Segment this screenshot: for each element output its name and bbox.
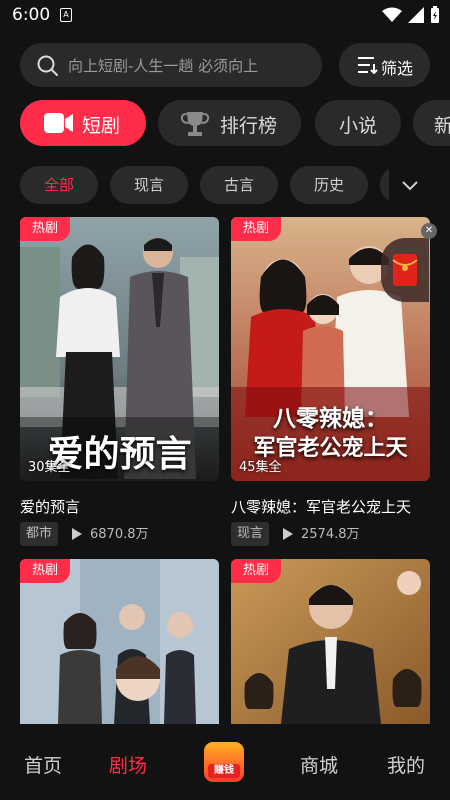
search-placeholder: 向上短剧-人生一趟 必须向上 bbox=[68, 57, 259, 75]
subtab-ancient-romance[interactable]: 古言 bbox=[200, 166, 278, 204]
nav-earn-label: 赚钱 bbox=[214, 765, 234, 776]
status-bar: 6:00 A bbox=[0, 0, 450, 32]
drama-poster[interactable]: 热剧 bbox=[20, 559, 219, 724]
filter-icon bbox=[358, 57, 378, 74]
play-icon bbox=[283, 528, 293, 540]
genre-tag: 现言 bbox=[231, 522, 270, 546]
signal-icon bbox=[408, 7, 424, 23]
drama-poster[interactable]: 热剧 bbox=[231, 559, 430, 724]
nav-home[interactable]: 首页 bbox=[24, 751, 62, 778]
tab-novel[interactable]: 小说 bbox=[315, 100, 401, 146]
subtab-modern-romance[interactable]: 现言 bbox=[110, 166, 188, 204]
search-input[interactable]: 向上短剧-人生一趟 必须向上 bbox=[20, 43, 322, 87]
bottom-nav: 首页 剧场 赚钱 商城 我的 bbox=[0, 724, 450, 800]
hot-badge: 热剧 bbox=[231, 559, 281, 583]
red-envelope-icon bbox=[392, 254, 418, 286]
red-envelope-float[interactable] bbox=[381, 238, 429, 302]
drama-title: 八零辣媳：军官老公宠上天 bbox=[231, 498, 412, 516]
tab-novel-label: 小说 bbox=[339, 115, 378, 137]
search-row: 向上短剧-人生一趟 必须向上 筛选 bbox=[20, 43, 430, 87]
chevron-down-icon[interactable] bbox=[400, 175, 420, 195]
tab-ranking[interactable]: 排行榜 bbox=[158, 100, 301, 146]
subtab-all[interactable]: 全部 bbox=[20, 166, 98, 204]
view-count: 6870.8万 bbox=[90, 527, 149, 542]
poster-title-line1: 八零辣媳： bbox=[273, 405, 388, 432]
status-time: 6:00 bbox=[12, 5, 51, 25]
poster-image bbox=[20, 559, 219, 724]
video-camera-icon bbox=[44, 113, 73, 133]
wifi-icon bbox=[382, 7, 402, 22]
tab-new-label: 新 bbox=[434, 115, 450, 137]
hot-badge: 热剧 bbox=[20, 559, 70, 583]
nav-theater[interactable]: 剧场 bbox=[109, 751, 147, 778]
episode-count: 30集全 bbox=[28, 460, 71, 475]
category-tabs: 短剧 排行榜 小说 新 bbox=[20, 100, 450, 146]
search-icon bbox=[37, 55, 58, 76]
drama-poster[interactable]: 爱的预言 热剧 30集全 bbox=[20, 217, 219, 481]
filter-label: 筛选 bbox=[381, 59, 414, 78]
close-icon[interactable]: ✕ bbox=[421, 223, 437, 239]
subtab-history[interactable]: 历史 bbox=[290, 166, 368, 204]
tab-ranking-label: 排行榜 bbox=[220, 115, 278, 137]
nav-earn[interactable]: 赚钱 bbox=[204, 742, 244, 782]
tab-short-drama[interactable]: 短剧 bbox=[20, 100, 146, 146]
filter-button[interactable]: 筛选 bbox=[339, 43, 430, 87]
episode-count: 45集全 bbox=[239, 460, 282, 475]
view-count: 2574.8万 bbox=[301, 527, 360, 542]
genre-tag: 都市 bbox=[20, 522, 59, 546]
status-icons bbox=[382, 6, 440, 24]
poster-image bbox=[231, 559, 430, 724]
sim-indicator-icon: A bbox=[60, 8, 72, 22]
tab-new[interactable]: 新 bbox=[413, 100, 450, 146]
hot-badge: 热剧 bbox=[20, 217, 70, 241]
play-icon bbox=[72, 528, 82, 540]
hot-badge: 热剧 bbox=[231, 217, 281, 241]
drama-title: 爱的预言 bbox=[20, 498, 81, 516]
subcategory-tabs: 全部 现言 古言 历史 bbox=[20, 166, 450, 204]
tab-short-drama-label: 短剧 bbox=[82, 115, 121, 137]
trophy-icon bbox=[180, 112, 210, 136]
nav-me[interactable]: 我的 bbox=[387, 751, 425, 778]
battery-icon bbox=[431, 6, 439, 23]
nav-mall[interactable]: 商城 bbox=[300, 751, 338, 778]
